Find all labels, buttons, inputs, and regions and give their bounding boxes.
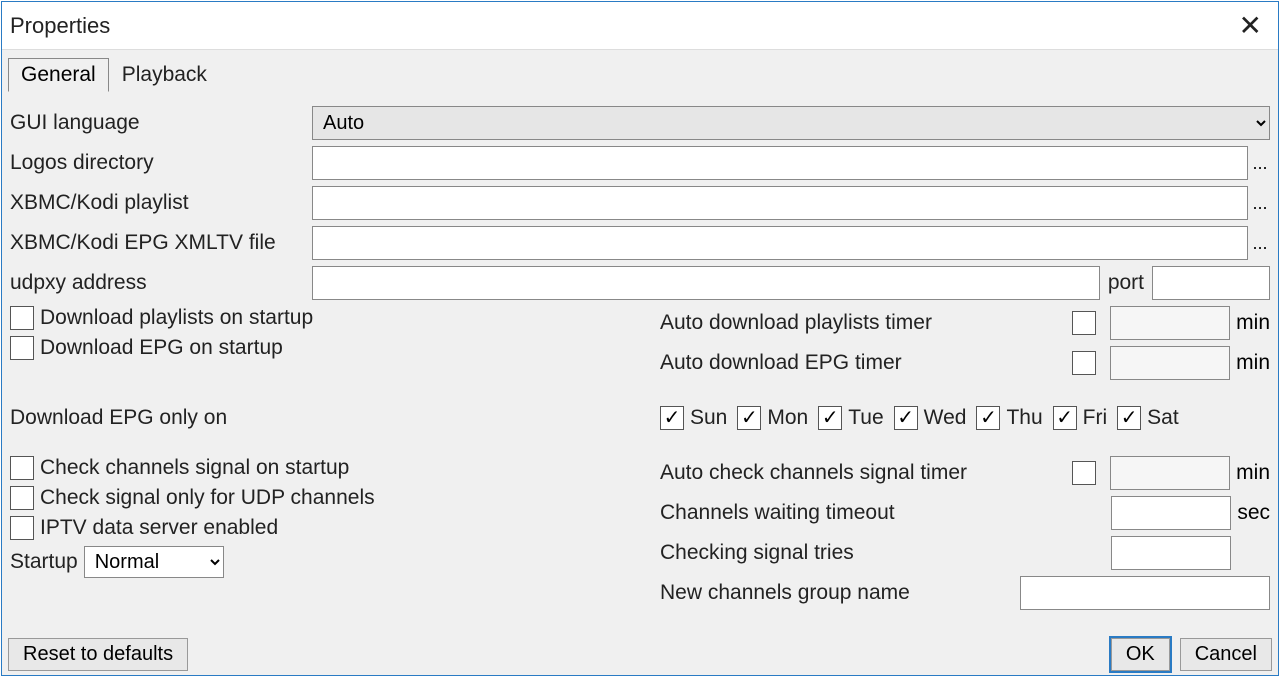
day-tue-label: Tue	[848, 406, 883, 430]
check-signal-checkbox[interactable]	[10, 456, 34, 480]
day-thu-label: Thu	[1006, 406, 1042, 430]
day-sun-checkbox[interactable]	[660, 406, 684, 430]
close-icon[interactable]: ✕	[1231, 12, 1270, 40]
iptv-server-checkbox[interactable]	[10, 516, 34, 540]
startup-label: Startup	[10, 550, 78, 574]
udpxy-input[interactable]	[312, 266, 1100, 300]
day-fri-checkbox[interactable]	[1053, 406, 1077, 430]
kodi-playlist-label: XBMC/Kodi playlist	[10, 191, 312, 215]
auto-dl-playlists-checkbox[interactable]	[1072, 311, 1096, 335]
gui-language-select[interactable]: Auto	[312, 106, 1270, 140]
tabbar: General Playback	[2, 50, 1278, 92]
dl-epg-label: Download EPG on startup	[40, 336, 283, 360]
reset-button[interactable]: Reset to defaults	[8, 638, 188, 671]
port-label: port	[1108, 271, 1144, 295]
day-mon-label: Mon	[767, 406, 808, 430]
ch-waiting-spinner[interactable]: ▲▼	[1111, 496, 1231, 530]
gui-language-label: GUI language	[10, 111, 312, 135]
day-mon-checkbox[interactable]	[737, 406, 761, 430]
kodi-epg-input[interactable]	[312, 226, 1248, 260]
cancel-button[interactable]: Cancel	[1180, 638, 1272, 671]
auto-check-signal-label: Auto check channels signal timer	[660, 461, 1072, 485]
auto-dl-playlists-spinner[interactable]: ▲▼	[1110, 306, 1230, 340]
startup-select[interactable]: Normal	[84, 546, 224, 578]
kodi-playlist-browse-button[interactable]: ...	[1250, 193, 1270, 214]
check-tries-label: Checking signal tries	[660, 541, 1111, 565]
auto-check-signal-spinner[interactable]: ▲▼	[1110, 456, 1230, 490]
ok-button[interactable]: OK	[1111, 638, 1170, 671]
properties-window: Properties ✕ General Playback GUI langua…	[1, 1, 1279, 676]
day-tue-checkbox[interactable]	[818, 406, 842, 430]
dl-epg-checkbox[interactable]	[10, 336, 34, 360]
min-unit: min	[1236, 351, 1270, 375]
logos-dir-input[interactable]	[312, 146, 1248, 180]
dl-epg-only-label: Download EPG only on	[10, 406, 227, 430]
dl-playlists-checkbox[interactable]	[10, 306, 34, 330]
min-unit: min	[1236, 461, 1270, 485]
new-group-label: New channels group name	[660, 581, 1020, 605]
day-thu-checkbox[interactable]	[976, 406, 1000, 430]
new-group-input[interactable]	[1020, 576, 1270, 610]
titlebar: Properties ✕	[2, 2, 1278, 50]
auto-check-signal-checkbox[interactable]	[1072, 461, 1096, 485]
auto-dl-epg-checkbox[interactable]	[1072, 351, 1096, 375]
check-signal-label: Check channels signal on startup	[40, 456, 349, 480]
auto-dl-playlists-label: Auto download playlists timer	[660, 311, 1072, 335]
dl-playlists-label: Download playlists on startup	[40, 306, 313, 330]
iptv-server-label: IPTV data server enabled	[40, 516, 278, 540]
check-udp-checkbox[interactable]	[10, 486, 34, 510]
kodi-epg-label: XBMC/Kodi EPG XMLTV file	[10, 231, 312, 255]
kodi-epg-browse-button[interactable]: ...	[1250, 233, 1270, 254]
ch-waiting-label: Channels waiting timeout	[660, 501, 1111, 525]
day-fri-label: Fri	[1083, 406, 1108, 430]
footer: Reset to defaults OK Cancel	[8, 638, 1272, 671]
check-udp-label: Check signal only for UDP channels	[40, 486, 375, 510]
sec-unit: sec	[1237, 501, 1270, 525]
auto-dl-epg-label: Auto download EPG timer	[660, 351, 1072, 375]
port-input[interactable]	[1152, 266, 1270, 300]
logos-dir-browse-button[interactable]: ...	[1250, 153, 1270, 174]
tab-playback[interactable]: Playback	[109, 58, 220, 92]
auto-dl-epg-spinner[interactable]: ▲▼	[1110, 346, 1230, 380]
window-title: Properties	[10, 13, 1231, 39]
min-unit: min	[1236, 311, 1270, 335]
days-group: Sun Mon Tue Wed Thu Fri Sat	[660, 406, 1270, 430]
tab-content-general: GUI language Auto Logos directory ... XB…	[8, 98, 1272, 627]
logos-dir-label: Logos directory	[10, 151, 312, 175]
kodi-playlist-input[interactable]	[312, 186, 1248, 220]
day-wed-checkbox[interactable]	[894, 406, 918, 430]
day-sat-checkbox[interactable]	[1117, 406, 1141, 430]
day-wed-label: Wed	[924, 406, 967, 430]
day-sat-label: Sat	[1147, 406, 1179, 430]
udpxy-label: udpxy address	[10, 271, 312, 295]
check-tries-spinner[interactable]: ▲▼	[1111, 536, 1231, 570]
tab-general[interactable]: General	[8, 58, 109, 92]
day-sun-label: Sun	[690, 406, 727, 430]
